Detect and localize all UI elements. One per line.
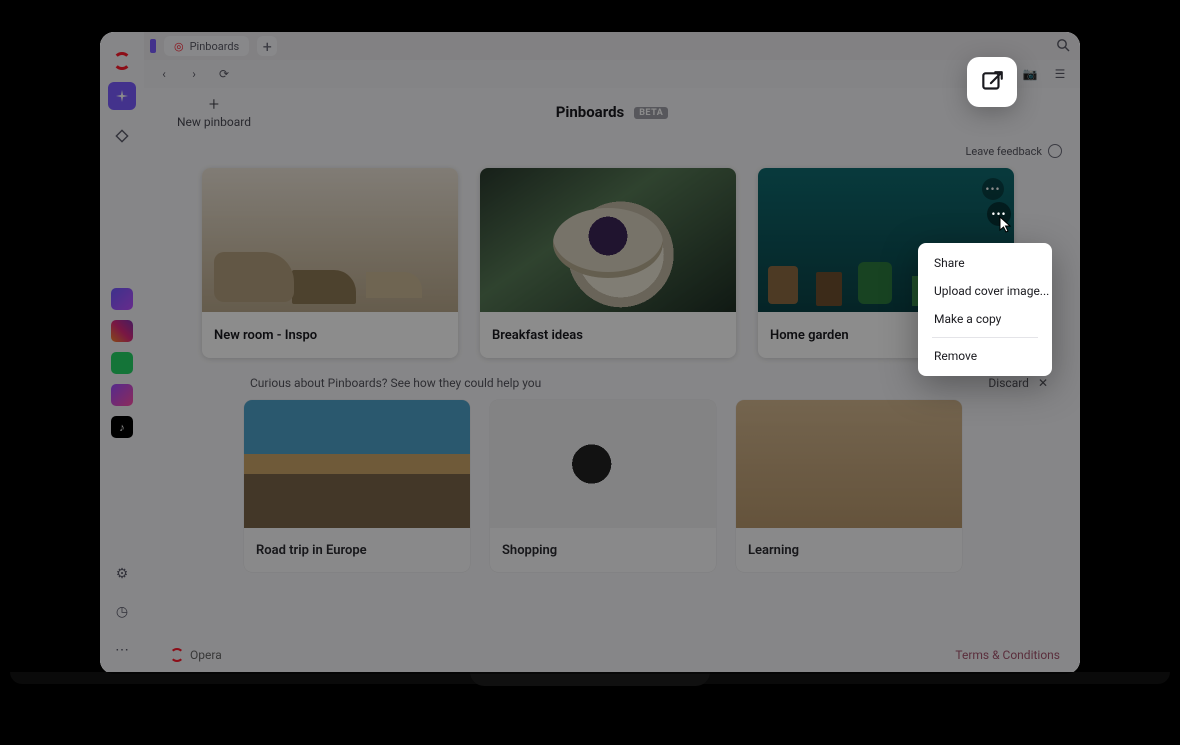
tab-pinboards[interactable]: ◎ Pinboards [164,36,249,56]
teaser-title: Road trip in Europe [244,528,470,572]
reload-button[interactable]: ⟳ [214,64,234,84]
diamond-icon [115,129,129,143]
gear-icon: ⚙ [116,566,129,582]
teaser-cover-image [736,400,962,528]
laptop-notch [470,672,710,686]
share-external-icon [979,69,1005,95]
sidebar-app-tiktok[interactable]: ♪ [111,416,133,438]
pinboard-context-menu: Share Upload cover image... Make a copy … [918,243,1052,376]
footer-brand: Opera [170,648,222,662]
menu-item-share[interactable]: Share [918,249,1052,277]
share-pinboard-button[interactable] [967,57,1017,107]
forward-button[interactable]: › [184,64,204,84]
sidebar-app-instagram[interactable] [111,320,133,342]
teaser-card[interactable]: Shopping [490,400,716,572]
beta-badge: BETA [634,107,668,119]
pinboard-title: New room - Inspo [202,312,458,358]
pinboard-cover-image [202,168,458,312]
teaser-section: Curious about Pinboards? See how they co… [244,376,1054,572]
clock-icon: ◷ [116,604,128,620]
pinboard-card[interactable]: New room - Inspo [202,168,458,358]
page-content: + New pinboard Pinboards BETA Leave feed… [144,88,1080,674]
smiley-icon [1048,144,1062,158]
workspace-indicator[interactable] [150,39,156,53]
sidebar-pinboards-button[interactable] [108,122,136,150]
easy-setup-button[interactable]: ☰ [1050,64,1070,84]
reload-icon: ⟳ [219,67,229,81]
page-header: Pinboards BETA [144,102,1080,121]
leave-feedback-link[interactable]: Leave feedback [965,144,1062,158]
pinboard-icon: ◎ [174,40,184,53]
close-icon: ✕ [1038,376,1048,390]
sparkle-icon [116,90,128,102]
terms-link[interactable]: Terms & Conditions [955,648,1060,662]
opera-logo-icon [113,52,131,70]
sliders-icon: ☰ [1055,67,1066,81]
page-title: Pinboards [556,103,624,121]
sidebar-app-whatsapp[interactable] [111,352,133,374]
search-tabs-button[interactable] [1056,37,1070,56]
more-dots-icon: ••• [985,182,1000,196]
teaser-cover-image [244,400,470,528]
sidebar-history-button[interactable]: ◷ [108,598,136,626]
teaser-discard-button[interactable]: Discard ✕ [988,376,1048,390]
page-footer: Opera Terms & Conditions [170,648,1060,662]
plus-icon: + [263,37,272,56]
tab-strip: ◎ Pinboards + [144,32,1080,60]
sidebar-speed-dial-button[interactable] [108,82,136,110]
menu-item-upload-cover[interactable]: Upload cover image... [918,277,1052,305]
feedback-label: Leave feedback [965,145,1042,158]
pinboard-cover-image [480,168,736,312]
new-tab-button[interactable]: + [257,36,277,56]
chevron-left-icon: ‹ [162,67,166,81]
dots-icon: ⋯ [115,642,129,658]
cursor-icon [999,216,1013,234]
opera-logo-icon [170,648,184,662]
sidebar-app-1[interactable] [111,288,133,310]
pinboard-title: Breakfast ideas [480,312,736,358]
menu-item-remove[interactable]: Remove [918,342,1052,370]
teaser-title: Shopping [490,528,716,572]
sidebar-app-messenger[interactable] [111,384,133,406]
snapshot-button[interactable]: 📷 [1020,64,1040,84]
sidebar-messengers: ♪ [100,288,144,438]
pinboard-grid: New room - Inspo Breakfast ideas ••• Hom… [202,168,1014,358]
teaser-card[interactable]: Learning [736,400,962,572]
discard-label: Discard [988,376,1029,390]
menu-item-make-copy[interactable]: Make a copy [918,305,1052,333]
footer-brand-label: Opera [190,648,222,662]
search-icon [1056,38,1070,52]
teaser-title: Learning [736,528,962,572]
back-button[interactable]: ‹ [154,64,174,84]
tab-label: Pinboards [190,40,240,53]
sidebar-more-button[interactable]: ⋯ [108,636,136,664]
left-sidebar: ♪ ⚙ ◷ ⋯ [100,32,144,674]
pinboard-card[interactable]: Breakfast ideas [480,168,736,358]
pinboard-more-button[interactable]: ••• [982,178,1004,200]
menu-separator [932,337,1038,338]
sidebar-settings-button[interactable]: ⚙ [108,560,136,588]
toolbar: ‹ › ⟳ 📷 ☰ [144,60,1080,88]
teaser-cover-image [490,400,716,528]
teaser-card[interactable]: Road trip in Europe [244,400,470,572]
teaser-prompt: Curious about Pinboards? See how they co… [250,376,541,390]
chevron-right-icon: › [192,67,196,81]
camera-icon: 📷 [1023,67,1038,81]
